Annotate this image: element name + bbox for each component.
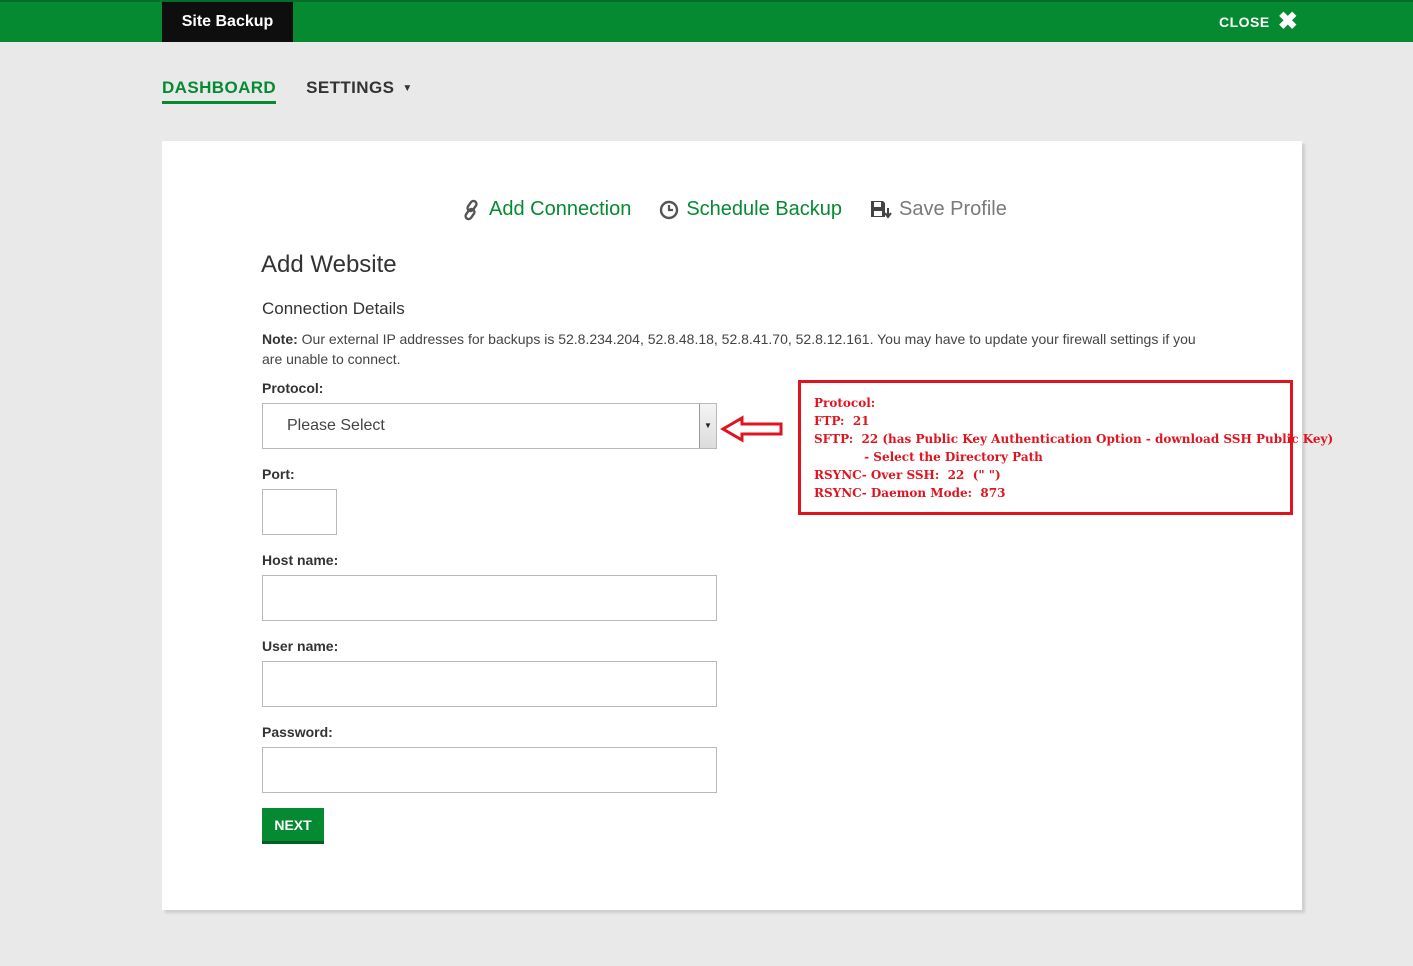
port-label: Port:: [262, 466, 295, 482]
schedule-backup-label: Schedule Backup: [686, 198, 842, 220]
protocol-label: Protocol:: [262, 380, 324, 396]
tab-settings[interactable]: SETTINGS ▼: [306, 78, 413, 104]
password-label: Password:: [262, 724, 333, 740]
save-profile-button[interactable]: Save Profile: [870, 198, 1007, 221]
red-arrow-annotation: [720, 415, 783, 443]
annotation-line: RSYNC- Over SSH: 22 (" "): [814, 468, 1001, 482]
main-nav: DASHBOARD SETTINGS ▼: [162, 78, 413, 104]
clock-icon: [659, 200, 679, 220]
close-button[interactable]: CLOSE ✖: [1219, 2, 1298, 42]
dropdown-arrow-icon[interactable]: ▼: [699, 404, 716, 448]
protocol-annotation-box: Protocol: FTP: 21 SFTP: 22 (has Public K…: [798, 380, 1334, 515]
close-label: CLOSE: [1219, 14, 1270, 30]
password-input[interactable]: [262, 747, 717, 793]
annotation-line: RSYNC- Daemon Mode: 873: [814, 486, 1006, 500]
save-profile-label: Save Profile: [899, 198, 1007, 220]
save-icon: [870, 200, 892, 220]
annotation-line: - Select the Directory Path: [814, 450, 1043, 464]
host-label: Host name:: [262, 552, 339, 568]
action-bar: Add Connection Schedule Backup Save Prof…: [462, 198, 1007, 221]
tab-dashboard[interactable]: DASHBOARD: [162, 78, 277, 104]
settings-label: SETTINGS: [306, 78, 395, 97]
page-title: Add Website: [261, 251, 397, 278]
protocol-select[interactable]: Please Select ▼: [262, 403, 717, 449]
annotation-line: SFTP: 22 (has Public Key Authentication …: [814, 432, 1334, 446]
close-icon: ✖: [1277, 8, 1299, 35]
schedule-backup-button[interactable]: Schedule Backup: [659, 198, 842, 221]
firewall-note: Note: Our external IP addresses for back…: [262, 329, 1202, 369]
annotation-line: Protocol:: [814, 396, 876, 410]
protocol-selected-value: Please Select: [287, 417, 385, 434]
note-label: Note:: [262, 331, 298, 347]
link-icon: [462, 199, 482, 221]
caret-down-icon: ▼: [402, 83, 413, 94]
user-name-input[interactable]: [262, 661, 717, 707]
add-connection-button[interactable]: Add Connection: [462, 198, 631, 221]
host-name-input[interactable]: [262, 575, 717, 621]
section-title: Connection Details: [262, 299, 405, 318]
next-button[interactable]: NEXT: [262, 808, 324, 844]
port-input[interactable]: [262, 489, 337, 535]
add-connection-label: Add Connection: [489, 198, 632, 220]
note-text: Our external IP addresses for backups is…: [262, 331, 1196, 367]
app-title: Site Backup: [162, 2, 293, 42]
annotation-line: FTP: 21: [814, 414, 870, 428]
user-label: User name:: [262, 638, 339, 654]
top-bar: Site Backup CLOSE ✖: [0, 0, 1413, 42]
